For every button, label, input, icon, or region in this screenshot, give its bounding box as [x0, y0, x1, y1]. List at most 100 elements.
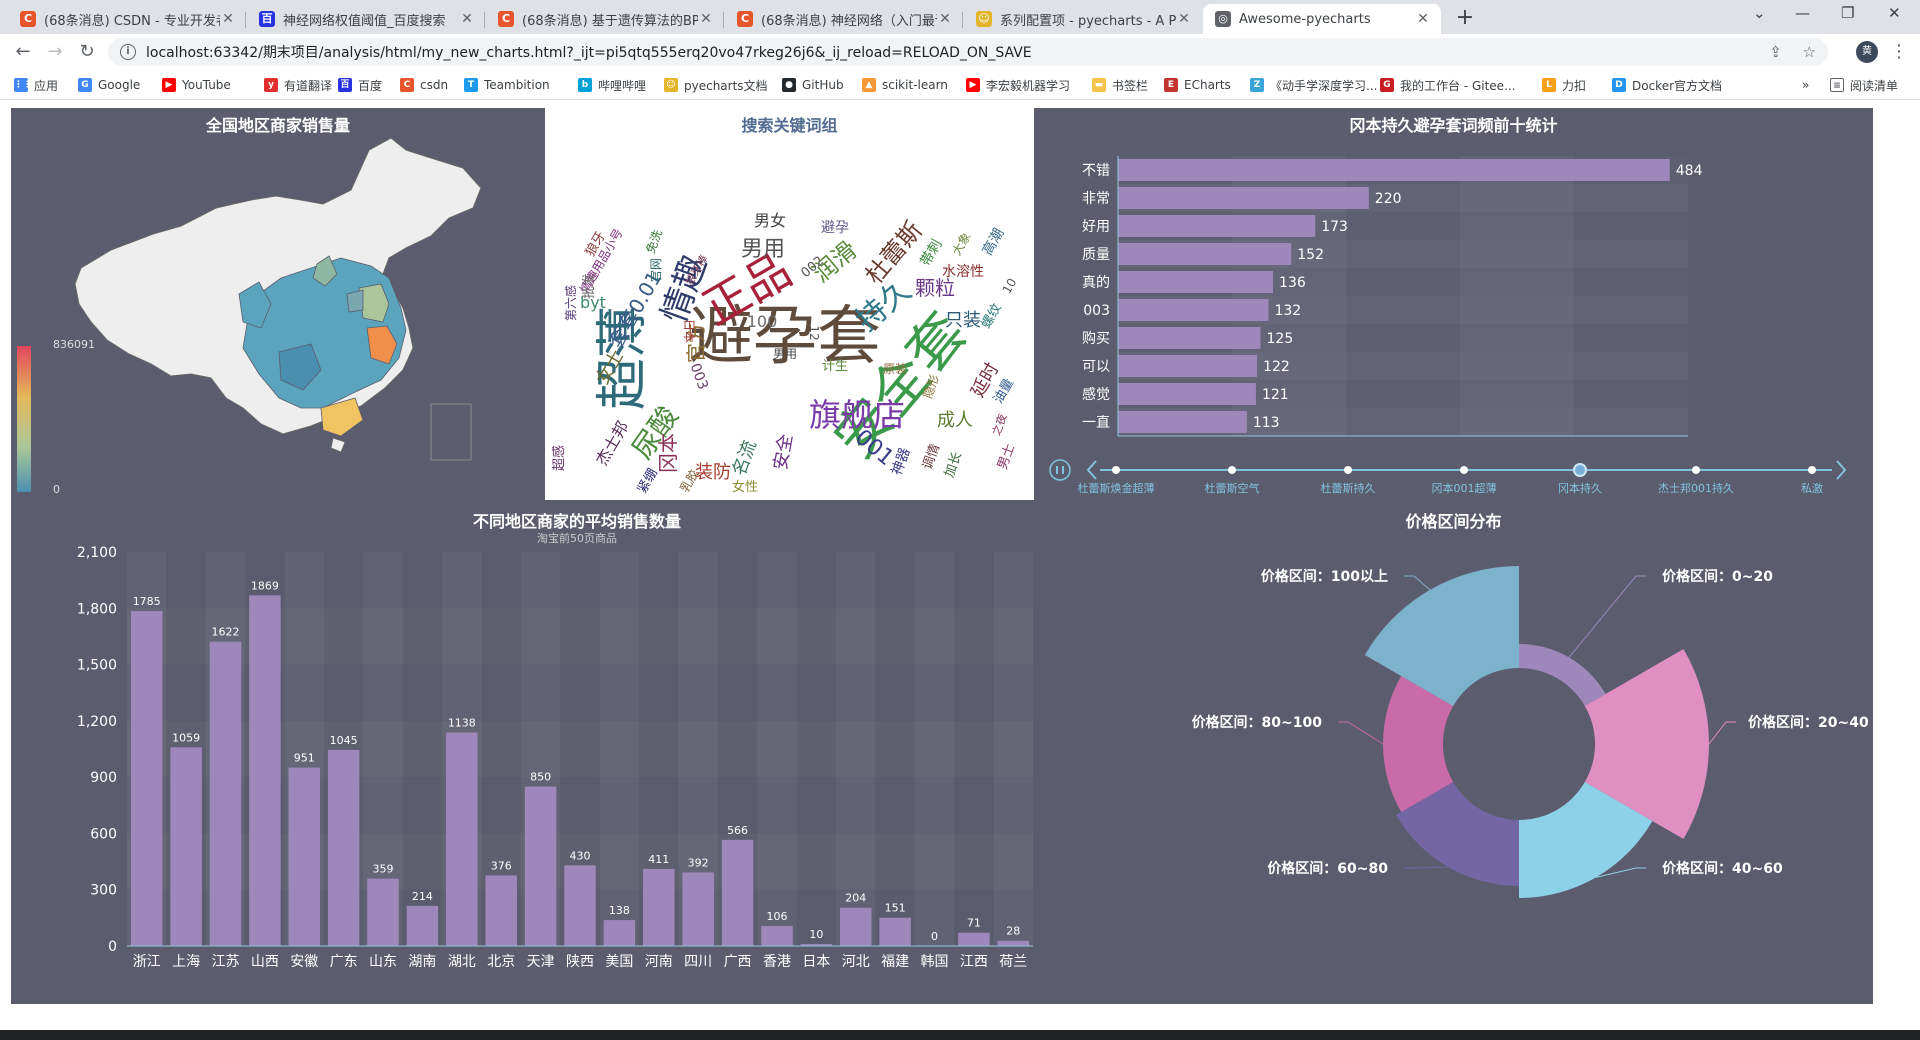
top10-bar[interactable]: [1118, 271, 1274, 293]
timeline-label[interactable]: 杜蕾斯持久: [1321, 481, 1376, 495]
region-bar[interactable]: [288, 767, 321, 946]
region-bar[interactable]: [643, 868, 675, 946]
bookmark-item[interactable]: G Google: [78, 76, 140, 94]
timeline-label[interactable]: 杜蕾斯焕金超薄: [1078, 481, 1155, 495]
timeline-label[interactable]: 冈本持久: [1558, 481, 1602, 495]
top10-bar[interactable]: [1118, 159, 1670, 181]
timeline-point[interactable]: [1344, 466, 1352, 474]
bookmarks-more-icon[interactable]: »: [1802, 76, 1809, 94]
region-bar[interactable]: [209, 641, 242, 946]
region-bar[interactable]: [564, 865, 596, 946]
top10-bar[interactable]: [1118, 215, 1316, 237]
top10-bar[interactable]: [1118, 411, 1247, 433]
maximize-button[interactable]: ❐: [1841, 4, 1854, 22]
bookmark-item[interactable]: E ECharts: [1164, 76, 1231, 94]
forward-arrow-icon[interactable]: →: [44, 41, 66, 63]
bookmark-item[interactable]: Ccsdn: [400, 76, 448, 94]
region-bar[interactable]: [367, 878, 399, 946]
minimize-button[interactable]: —: [1795, 4, 1810, 22]
bookmark-item[interactable]: D Docker官方文档: [1612, 76, 1722, 94]
region-bar[interactable]: [130, 611, 163, 946]
top10-bar[interactable]: [1118, 355, 1258, 377]
bookmark-item[interactable]: ● GitHub: [782, 76, 844, 94]
x-axis-label: 河北: [842, 954, 870, 970]
bookmark-star-icon[interactable]: ☆: [1803, 43, 1816, 61]
bookmark-item[interactable]: ⋮⋮ 应用: [14, 76, 58, 94]
bookmark-item[interactable]: ▲ scikit-learn: [862, 76, 948, 94]
top10-bar[interactable]: [1118, 383, 1256, 405]
bookmark-item[interactable]: b 哔哩哔哩: [578, 76, 646, 94]
bookmark-item[interactable]: ▶ YouTube: [162, 76, 231, 94]
address-bar[interactable]: i localhost:63342/期末项目/analysis/html/my_…: [108, 38, 1828, 66]
rose-slice[interactable]: [1364, 566, 1519, 706]
region-bar[interactable]: [406, 905, 439, 946]
rose-slice[interactable]: [1519, 644, 1606, 706]
close-window-button[interactable]: ✕: [1888, 4, 1901, 22]
tab-close-icon[interactable]: ✕: [459, 11, 475, 27]
bookmark-item[interactable]: ☺ pyecharts文档: [664, 76, 768, 94]
region-bar[interactable]: [997, 940, 1030, 946]
reading-list-button[interactable]: ≡ 阅读清单: [1830, 76, 1898, 94]
bookmark-item[interactable]: T Teambition: [464, 76, 550, 94]
region-bar[interactable]: [170, 747, 202, 946]
bookmark-item[interactable]: 百百度: [338, 76, 382, 94]
reload-icon[interactable]: ↻: [76, 41, 98, 63]
tab-close-icon[interactable]: ✕: [220, 11, 236, 27]
timeline-label[interactable]: 杜蕾斯空气: [1205, 481, 1260, 495]
timeline-point[interactable]: [1573, 463, 1587, 477]
browser-tab[interactable]: C (68条消息) 神经网络（入门最详 ✕: [725, 4, 963, 34]
profile-avatar[interactable]: 黄: [1856, 41, 1878, 63]
top10-bar[interactable]: [1118, 327, 1261, 349]
browser-tab[interactable]: C (68条消息) CSDN - 专业开发者社✕: [8, 4, 246, 34]
timeline-point[interactable]: [1228, 466, 1236, 474]
browser-tab[interactable]: ◎ Awesome-pyecharts ✕: [1203, 4, 1441, 34]
region-bar[interactable]: [327, 749, 360, 946]
region-bar[interactable]: [958, 932, 990, 946]
timeline-point[interactable]: [1112, 466, 1120, 474]
tab-close-icon[interactable]: ✕: [1415, 11, 1431, 27]
back-arrow-icon[interactable]: ←: [12, 41, 34, 63]
timeline-prev-icon[interactable]: [1086, 460, 1097, 480]
region-bar[interactable]: [721, 839, 754, 946]
browser-tab[interactable]: C (68条消息) 基于遗传算法的BP神 ✕: [486, 4, 724, 34]
new-tab-button[interactable]: +: [1452, 6, 1478, 32]
region-bar[interactable]: [249, 595, 281, 946]
timeline-label[interactable]: 私激: [1801, 481, 1823, 495]
tab-close-icon[interactable]: ✕: [937, 11, 953, 27]
region-bar[interactable]: [603, 920, 636, 946]
url-text[interactable]: localhost:63342/期末项目/analysis/html/my_ne…: [146, 42, 1032, 62]
tab-close-icon[interactable]: ✕: [1176, 11, 1192, 27]
region-bar[interactable]: [524, 786, 557, 946]
bookmark-item[interactable]: ▬ 书签栏: [1092, 76, 1148, 94]
top10-bar[interactable]: [1118, 187, 1369, 209]
china-map[interactable]: 836091 0: [11, 108, 545, 500]
share-icon[interactable]: ⇪: [1769, 43, 1782, 61]
region-bar[interactable]: [682, 872, 714, 946]
tab-close-icon[interactable]: ✕: [698, 11, 714, 27]
bookmark-item[interactable]: y 有道翻译: [264, 76, 332, 94]
tab-search-icon[interactable]: ⌄: [1753, 4, 1766, 22]
bookmark-item[interactable]: ▶ 李宏毅机器学习: [966, 76, 1070, 94]
timeline-play-button[interactable]: [1049, 459, 1071, 481]
region-bar[interactable]: [839, 907, 872, 946]
region-bar[interactable]: [761, 926, 793, 946]
bookmark-item[interactable]: L 力扣: [1542, 76, 1586, 94]
browser-tab[interactable]: ☺ 系列配置项 - pyecharts - A Pyt ✕: [964, 4, 1202, 34]
top10-bar[interactable]: [1118, 299, 1269, 321]
region-bar[interactable]: [485, 875, 517, 946]
region-bar[interactable]: [879, 917, 911, 946]
browser-tab[interactable]: 百神经网络权值阈值_百度搜索 ✕: [247, 4, 485, 34]
browser-menu-icon[interactable]: ⋮: [1888, 41, 1910, 63]
timeline-label[interactable]: 杰士邦001持久: [1658, 481, 1734, 495]
timeline-point[interactable]: [1460, 466, 1468, 474]
timeline-point[interactable]: [1692, 466, 1700, 474]
timeline-point[interactable]: [1808, 466, 1816, 474]
site-info-icon[interactable]: i: [120, 44, 136, 60]
bookmark-item[interactable]: G 我的工作台 - Gitee...: [1380, 76, 1516, 94]
region-bar[interactable]: [446, 732, 478, 946]
timeline-label[interactable]: 冈本001超薄: [1432, 481, 1497, 495]
timeline-next-icon[interactable]: [1836, 460, 1847, 480]
top10-bar[interactable]: [1118, 243, 1292, 265]
bookmark-item[interactable]: Z 《动手学深度学习...: [1250, 76, 1377, 94]
visual-map-legend[interactable]: 836091 0: [17, 338, 95, 496]
